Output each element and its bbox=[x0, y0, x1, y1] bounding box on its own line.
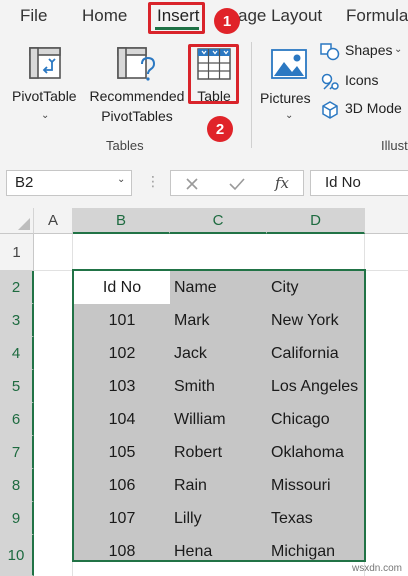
cell-id[interactable]: 103 bbox=[74, 370, 170, 403]
cell-name[interactable]: Robert bbox=[174, 436, 222, 469]
select-all-corner[interactable] bbox=[0, 208, 34, 234]
pivottable-label: PivotTable bbox=[12, 88, 77, 104]
row-header-5[interactable]: 5 bbox=[0, 370, 34, 403]
formula-controls: fx bbox=[170, 170, 304, 196]
cell-header-name[interactable]: Name bbox=[174, 271, 217, 304]
cell-name[interactable]: Lilly bbox=[174, 502, 202, 535]
cell-city[interactable]: New York bbox=[271, 304, 339, 337]
icons-button[interactable]: Icons bbox=[320, 72, 408, 94]
3d-models-label: 3D Mode bbox=[345, 100, 402, 116]
step-1-badge: 1 bbox=[214, 8, 240, 34]
cell-city[interactable]: California bbox=[271, 337, 339, 370]
row-header-3[interactable]: 3 bbox=[0, 304, 34, 337]
shapes-button[interactable]: Shapes ⌄ bbox=[320, 42, 408, 64]
select-all-icon bbox=[18, 218, 30, 230]
chevron-down-icon: ⌄ bbox=[394, 44, 403, 55]
recommended-pivottables-button[interactable]: Recommended PivotTables bbox=[86, 38, 188, 130]
tab-file[interactable]: File bbox=[20, 6, 47, 26]
row-header-6[interactable]: 6 bbox=[0, 403, 34, 436]
cell-city[interactable]: Texas bbox=[271, 502, 313, 535]
table-button-highlight bbox=[188, 44, 239, 104]
pictures-icon bbox=[271, 49, 307, 79]
pictures-label: Pictures bbox=[260, 90, 311, 106]
tab-home[interactable]: Home bbox=[82, 6, 127, 26]
cell-city[interactable]: Oklahoma bbox=[271, 436, 344, 469]
icons-icon bbox=[321, 73, 339, 90]
cell-name[interactable]: Jack bbox=[174, 337, 207, 370]
row-header-8[interactable]: 8 bbox=[0, 469, 34, 502]
ribbon-tab-bar: File Home Insert age Layout Formula 1 bbox=[0, 0, 408, 34]
cell-header-city[interactable]: City bbox=[271, 271, 299, 304]
cell-city[interactable]: Michigan bbox=[271, 535, 335, 568]
recommended-pivottables-icon bbox=[117, 47, 156, 81]
watermark: wsxdn.com bbox=[351, 563, 402, 574]
chevron-down-icon[interactable]: ⌄ bbox=[117, 174, 125, 185]
tab-formulas[interactable]: Formula bbox=[346, 6, 408, 26]
chevron-down-icon: ⌄ bbox=[41, 110, 50, 121]
row-header-4[interactable]: 4 bbox=[0, 337, 34, 370]
cell-id[interactable]: 104 bbox=[74, 403, 170, 436]
worksheet-grid[interactable]: A B C D 1 2 3 4 5 6 7 8 9 10 Id No Name … bbox=[0, 208, 408, 576]
insert-tab-highlight bbox=[148, 2, 205, 34]
formula-input-value: Id No bbox=[325, 174, 361, 191]
cancel-icon[interactable] bbox=[185, 177, 199, 191]
shapes-label: Shapes bbox=[345, 42, 393, 58]
row-header-7[interactable]: 7 bbox=[0, 436, 34, 469]
pictures-button[interactable]: Pictures ⌄ bbox=[258, 38, 320, 128]
chevron-down-icon: ⌄ bbox=[285, 110, 294, 121]
column-header-e[interactable] bbox=[365, 208, 408, 234]
shapes-icon bbox=[320, 43, 340, 61]
3d-models-button[interactable]: 3D Mode bbox=[320, 100, 408, 122]
recommended-label-line2: PivotTables bbox=[101, 108, 173, 124]
tab-page-layout[interactable]: age Layout bbox=[238, 6, 322, 26]
column-header-c[interactable]: C bbox=[170, 208, 267, 234]
group-divider bbox=[251, 42, 252, 148]
cell-city[interactable]: Chicago bbox=[271, 403, 330, 436]
formula-bar: B2 ⌄ ⋮ fx Id No bbox=[0, 160, 408, 208]
tables-group-label: Tables bbox=[106, 138, 144, 153]
cell-id[interactable]: 107 bbox=[74, 502, 170, 535]
illustrations-group-label: Illust bbox=[381, 138, 408, 153]
cell-name[interactable]: Hena bbox=[174, 535, 212, 568]
row-header-9[interactable]: 9 bbox=[0, 502, 34, 535]
cell-id[interactable]: 108 bbox=[74, 535, 170, 568]
insert-function-icon[interactable]: fx bbox=[275, 174, 289, 192]
name-box[interactable]: B2 ⌄ bbox=[6, 170, 132, 196]
cell-id[interactable]: 102 bbox=[74, 337, 170, 370]
step-2-badge: 2 bbox=[207, 116, 233, 142]
cell-city[interactable]: Los Angeles bbox=[271, 370, 358, 403]
cell-name[interactable]: Smith bbox=[174, 370, 215, 403]
row-header-2[interactable]: 2 bbox=[0, 271, 34, 304]
column-header-b[interactable]: B bbox=[73, 208, 170, 234]
ribbon: PivotTable ⌄ Recommended PivotTables Tab… bbox=[0, 34, 408, 161]
pivottable-icon bbox=[29, 47, 61, 79]
row-header-10[interactable]: 10 bbox=[0, 535, 34, 576]
cell-id[interactable]: 106 bbox=[74, 469, 170, 502]
column-header-a[interactable]: A bbox=[34, 208, 73, 234]
cell-city[interactable]: Missouri bbox=[271, 469, 331, 502]
cell-name[interactable]: Mark bbox=[174, 304, 210, 337]
recommended-label-line1: Recommended bbox=[89, 88, 185, 104]
cell-id[interactable]: 101 bbox=[74, 304, 170, 337]
cube-icon bbox=[322, 101, 338, 119]
cell-header-id-no[interactable]: Id No bbox=[74, 271, 170, 304]
row-header-1[interactable]: 1 bbox=[0, 234, 34, 271]
cell-name[interactable]: William bbox=[174, 403, 226, 436]
formula-input[interactable]: Id No bbox=[310, 170, 408, 196]
drag-handle-icon[interactable]: ⋮ bbox=[146, 173, 160, 190]
cell-name[interactable]: Rain bbox=[174, 469, 207, 502]
enter-icon[interactable] bbox=[229, 177, 245, 191]
column-header-d[interactable]: D bbox=[267, 208, 365, 234]
name-box-value: B2 bbox=[15, 174, 34, 191]
pivottable-button[interactable]: PivotTable ⌄ bbox=[6, 38, 84, 128]
icons-label: Icons bbox=[345, 72, 379, 88]
cell-id[interactable]: 105 bbox=[74, 436, 170, 469]
